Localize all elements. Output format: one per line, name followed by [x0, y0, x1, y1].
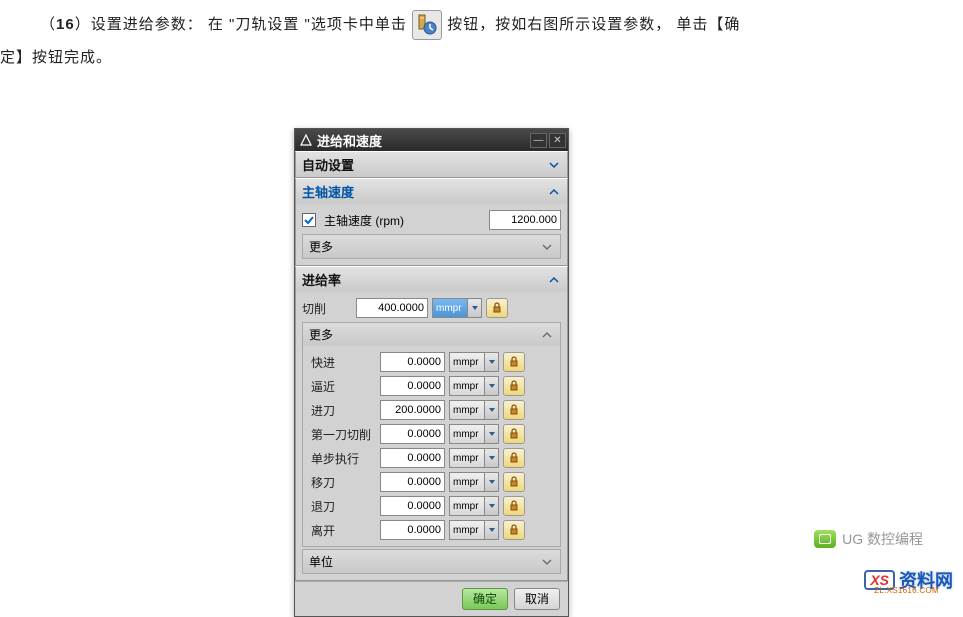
feed-row: 离开 mmpr — [311, 518, 552, 542]
section-auto-settings: 自动设置 — [295, 151, 568, 178]
watermark-url: ZL.XS1616.COM — [874, 586, 939, 595]
section-feedrate: 进给率 切削 mmpr 更多 — [295, 266, 568, 581]
feed-lock-button[interactable] — [503, 448, 525, 468]
cut-label: 切削 — [302, 300, 352, 317]
feed-unit-select[interactable]: mmpr — [449, 472, 499, 492]
feed-row-label: 逼近 — [311, 378, 376, 395]
feed-row: 进刀 mmpr — [311, 398, 552, 422]
cancel-button[interactable]: 取消 — [514, 588, 560, 610]
feed-lock-button[interactable] — [503, 424, 525, 444]
feed-unit-select[interactable]: mmpr — [449, 376, 499, 396]
feed-more-subsection: 更多 快进mmpr逼近mmpr进刀mmpr第一刀切削mmpr单步执行mmpr移刀… — [302, 322, 561, 547]
feed-unit-select[interactable]: mmpr — [449, 352, 499, 372]
feed-row: 移刀 mmpr — [311, 470, 552, 494]
chevron-down-icon — [540, 240, 554, 254]
section-header-feedrate[interactable]: 进给率 — [296, 267, 567, 292]
watermark-site: XS 资料网 ZL.XS1616.COM — [864, 567, 953, 593]
minimize-button[interactable]: — — [530, 133, 547, 148]
dialog-footer: 确定 取消 — [295, 581, 568, 616]
close-button[interactable]: ✕ — [549, 133, 566, 148]
dropdown-arrow-icon — [484, 473, 498, 491]
feed-unit-select[interactable]: mmpr — [449, 448, 499, 468]
spindle-rpm-row: 主轴速度 (rpm) — [302, 208, 561, 232]
chevron-down-icon — [540, 555, 554, 569]
feed-value-input[interactable] — [380, 496, 445, 516]
feeds-and-speeds-dialog: 进给和速度 — ✕ 自动设置 主轴速度 主轴速度 (rpm) — [294, 128, 569, 617]
feed-row-label: 移刀 — [311, 474, 376, 491]
cut-value-input[interactable] — [356, 298, 428, 318]
feed-row-label: 进刀 — [311, 402, 376, 419]
feed-value-input[interactable] — [380, 448, 445, 468]
feed-unit-select[interactable]: mmpr — [449, 520, 499, 540]
dialog-title: 进给和速度 — [317, 131, 528, 150]
dropdown-arrow-icon — [484, 497, 498, 515]
feed-value-input[interactable] — [380, 400, 445, 420]
feed-unit-select[interactable]: mmpr — [449, 496, 499, 516]
watermark-wechat: UG 数控编程 — [814, 529, 923, 549]
feed-row: 退刀 mmpr — [311, 494, 552, 518]
cut-lock-button[interactable] — [486, 298, 508, 318]
dropdown-arrow-icon — [484, 377, 498, 395]
dropdown-arrow-icon — [484, 401, 498, 419]
feed-unit-select[interactable]: mmpr — [449, 424, 499, 444]
feed-lock-button[interactable] — [503, 520, 525, 540]
dropdown-arrow-icon — [484, 449, 498, 467]
chevron-up-icon — [540, 328, 554, 342]
feed-rows-container: 快进 mmpr 逼近 mmpr 进刀 mmpr 第一刀切削 mmpr 单步执行 mmpr 移刀 mmp… — [303, 346, 560, 546]
feed-value-input[interactable] — [380, 376, 445, 396]
unit-header[interactable]: 单位 — [303, 550, 560, 573]
cut-feed-row: 切削 mmpr — [302, 296, 561, 320]
chevron-up-icon — [547, 185, 561, 199]
feed-row-label: 退刀 — [311, 498, 376, 515]
feed-row: 逼近 mmpr — [311, 374, 552, 398]
chevron-down-icon — [547, 158, 561, 172]
feed-more-header[interactable]: 更多 — [303, 323, 560, 346]
dialog-titlebar[interactable]: 进给和速度 — ✕ — [295, 129, 568, 151]
feed-lock-button[interactable] — [503, 496, 525, 516]
feed-row-label: 单步执行 — [311, 450, 376, 467]
feed-row-label: 第一刀切削 — [311, 426, 376, 443]
dropdown-arrow-icon — [467, 299, 481, 317]
spindle-more-subsection: 更多 — [302, 234, 561, 259]
ok-button[interactable]: 确定 — [462, 588, 508, 610]
unit-subsection: 单位 — [302, 549, 561, 574]
instruction-paragraph: （16）设置进给参数： 在 "刀轨设置 "选项卡中单击 按钮，按如右图所示设置参… — [0, 0, 963, 74]
feed-unit-select[interactable]: mmpr — [449, 400, 499, 420]
section-header-spindle[interactable]: 主轴速度 — [296, 179, 567, 204]
feed-value-input[interactable] — [380, 424, 445, 444]
spindle-more-header[interactable]: 更多 — [303, 235, 560, 258]
wechat-icon — [814, 530, 836, 548]
dialog-icon — [299, 133, 313, 147]
feed-lock-button[interactable] — [503, 400, 525, 420]
cut-unit-select[interactable]: mmpr — [432, 298, 482, 318]
feed-row: 快进 mmpr — [311, 350, 552, 374]
feed-lock-button[interactable] — [503, 376, 525, 396]
section-header-auto[interactable]: 自动设置 — [296, 152, 567, 177]
dropdown-arrow-icon — [484, 521, 498, 539]
feeds-speeds-toolbar-icon — [412, 10, 442, 40]
feed-lock-button[interactable] — [503, 472, 525, 492]
feed-lock-button[interactable] — [503, 352, 525, 372]
dropdown-arrow-icon — [484, 425, 498, 443]
feed-value-input[interactable] — [380, 352, 445, 372]
section-spindle-speed: 主轴速度 主轴速度 (rpm) 更多 — [295, 178, 568, 266]
spindle-rpm-input[interactable] — [489, 210, 561, 230]
dropdown-arrow-icon — [484, 353, 498, 371]
spindle-rpm-label: 主轴速度 (rpm) — [324, 212, 485, 229]
chevron-up-icon — [547, 273, 561, 287]
feed-row-label: 快进 — [311, 354, 376, 371]
feed-row: 第一刀切削 mmpr — [311, 422, 552, 446]
feed-value-input[interactable] — [380, 472, 445, 492]
feed-value-input[interactable] — [380, 520, 445, 540]
feed-row: 单步执行 mmpr — [311, 446, 552, 470]
spindle-rpm-checkbox[interactable] — [302, 213, 316, 227]
feed-row-label: 离开 — [311, 522, 376, 539]
